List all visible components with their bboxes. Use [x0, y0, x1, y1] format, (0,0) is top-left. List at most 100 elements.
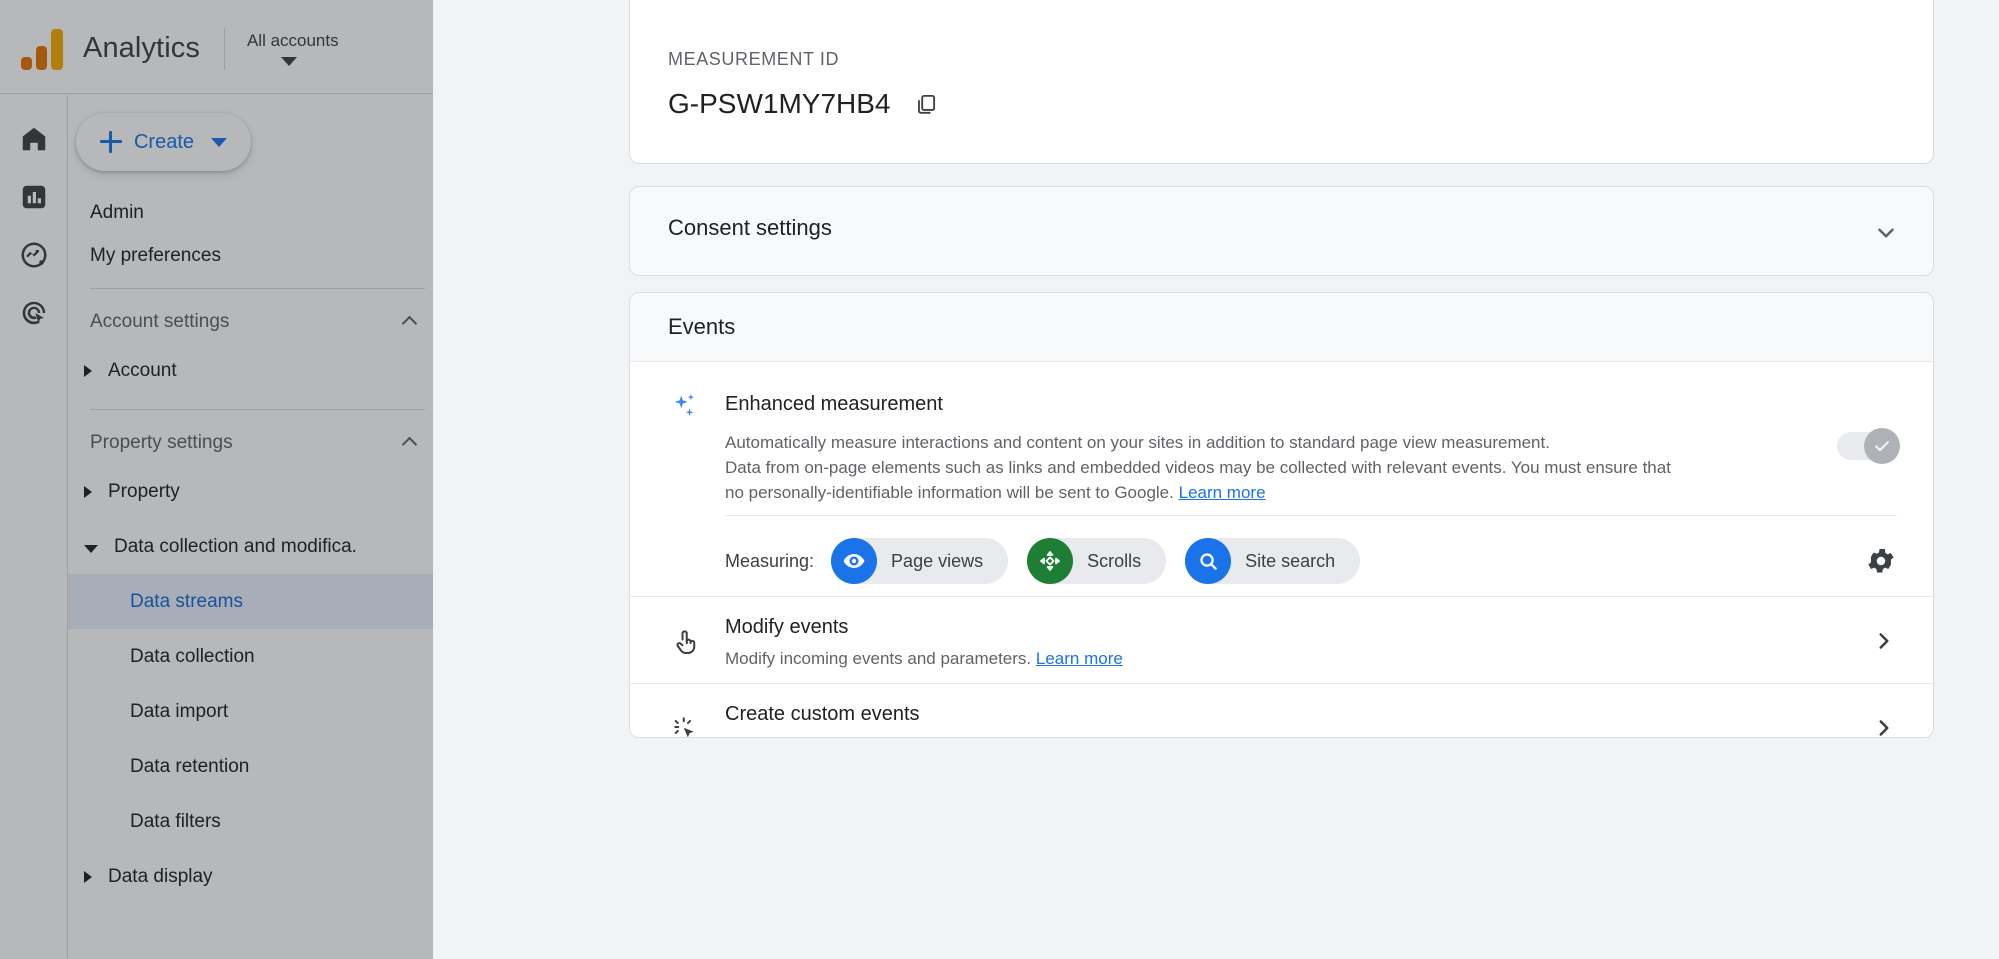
sidebar-item-data-display[interactable]: Data display — [68, 849, 433, 904]
measuring-row: Measuring: Page views Scrolls Site searc… — [725, 538, 1897, 584]
measurement-id-value: G-PSW1MY7HB4 — [668, 88, 891, 119]
events-title: Events — [668, 314, 736, 339]
search-icon — [1185, 538, 1232, 584]
click-sparkle-icon — [668, 712, 702, 737]
create-custom-events-row[interactable]: Create custom events Create new events f… — [630, 683, 1933, 737]
measurement-id-label: MEASUREMENT ID — [668, 49, 840, 69]
row-description: Create new events from existing events. … — [725, 736, 1119, 737]
enhanced-measurement-row: Enhanced measurement Automatically measu… — [630, 362, 1933, 596]
measurement-id-card: MEASUREMENT ID G-PSW1MY7HB4 — [629, 0, 1934, 164]
learn-more-link[interactable]: Learn more — [1032, 736, 1119, 737]
enhanced-measurement-description: Automatically measure interactions and c… — [725, 430, 1735, 505]
sidebar-item-data-retention[interactable]: Data retention — [68, 739, 433, 794]
sidebar-group-property-settings[interactable]: Property settings — [68, 421, 433, 464]
rail-item-reports[interactable] — [10, 175, 58, 223]
top-bar: Analytics All accounts — [0, 4, 433, 94]
sidebar-item-label: Data streams — [130, 590, 243, 612]
sidebar-nav: Create Admin My preferences Account sett… — [68, 95, 433, 959]
plus-icon — [99, 131, 122, 153]
account-selector[interactable]: All accounts — [247, 31, 339, 66]
learn-more-link[interactable]: Learn more — [1036, 649, 1123, 668]
events-card-header: Events — [630, 293, 1933, 362]
divider — [90, 409, 425, 410]
triangle-right-icon — [84, 870, 92, 883]
create-button[interactable]: Create — [76, 113, 251, 171]
row-title: Create custom events — [725, 703, 920, 725]
sidebar-item-data-import[interactable]: Data import — [68, 684, 433, 739]
sidebar-item-label: Data retention — [130, 755, 250, 777]
description-line-2: Data from on-page elements such as links… — [725, 458, 1671, 477]
chevron-up-icon — [401, 436, 418, 453]
rail-item-advertising[interactable] — [10, 291, 58, 339]
chip-scrolls[interactable]: Scrolls — [1027, 538, 1167, 584]
triangle-right-icon — [84, 364, 92, 377]
screen: Analytics All accounts Create Admin My p… — [0, 0, 1999, 959]
caret-down-icon — [211, 137, 228, 147]
brand-title: Analytics — [83, 32, 200, 64]
sidebar-item-label: My preferences — [90, 244, 221, 266]
sidebar-item-data-streams[interactable]: Data streams — [68, 574, 433, 629]
app-shell: Analytics All accounts Create Admin My p… — [0, 0, 433, 959]
chevron-right-icon[interactable] — [1871, 715, 1897, 737]
sidebar-item-data-collection[interactable]: Data collection — [68, 629, 433, 684]
consent-settings-title: Consent settings — [668, 215, 832, 240]
gear-icon[interactable] — [1865, 545, 1897, 577]
measurement-id-row: G-PSW1MY7HB4 — [668, 88, 939, 120]
sidebar-item-label: Data collection — [130, 645, 255, 667]
sidebar-group-account-settings[interactable]: Account settings — [68, 300, 433, 343]
sidebar-group-label: Account settings — [90, 310, 230, 332]
sidebar-item-label: Data display — [108, 865, 213, 887]
copy-icon[interactable] — [913, 91, 939, 117]
home-icon — [19, 124, 49, 159]
detail-panel: MEASUREMENT ID G-PSW1MY7HB4 Consent sett… — [433, 0, 1999, 959]
chevron-down-icon[interactable] — [1873, 220, 1899, 251]
create-button-label: Create — [133, 130, 195, 153]
toggle-knob — [1864, 428, 1900, 464]
triangle-right-icon — [84, 485, 92, 498]
sidebar-item-data-collection-and-modification[interactable]: Data collection and modifica. — [68, 519, 433, 574]
divider — [90, 288, 425, 289]
modify-events-row[interactable]: Modify events Modify incoming events and… — [630, 596, 1933, 683]
analytics-logo-icon — [21, 28, 67, 70]
tap-gesture-icon — [668, 625, 702, 659]
explore-trend-icon — [19, 240, 49, 275]
bar-chart-icon — [19, 182, 49, 217]
chevron-right-icon[interactable] — [1871, 628, 1897, 659]
triangle-down-icon — [84, 544, 98, 553]
eye-icon — [831, 538, 878, 584]
advertising-target-icon — [19, 298, 49, 333]
enhanced-measurement-toggle[interactable] — [1837, 428, 1900, 464]
description-line-3: no personally-identifiable information w… — [725, 483, 1174, 502]
sidebar-item-label: Data filters — [130, 810, 221, 832]
chip-site-search[interactable]: Site search — [1185, 538, 1361, 584]
sidebar-item-property[interactable]: Property — [68, 464, 433, 519]
sidebar-group-label: Property settings — [90, 431, 233, 453]
rail-item-explore[interactable] — [10, 233, 58, 281]
account-selector-label: All accounts — [246, 31, 339, 50]
sidebar-item-admin[interactable]: Admin — [68, 191, 433, 234]
chip-label: Scrolls — [1087, 550, 1142, 571]
sidebar-item-label: Data import — [130, 700, 229, 722]
sparkle-icon — [668, 390, 702, 424]
consent-settings-card[interactable]: Consent settings — [629, 186, 1934, 276]
enhanced-measurement-title: Enhanced measurement — [725, 393, 943, 415]
measuring-label: Measuring: — [725, 550, 815, 571]
chip-label: Site search — [1245, 550, 1336, 571]
row-description-text: Create new events from existing events. — [725, 736, 1027, 737]
sidebar-item-data-filters[interactable]: Data filters — [68, 794, 433, 849]
caret-down-icon — [280, 57, 297, 66]
chip-page-views[interactable]: Page views — [831, 538, 1009, 584]
icon-rail — [0, 95, 68, 959]
learn-more-link[interactable]: Learn more — [1179, 483, 1266, 502]
sidebar-item-label: Account — [108, 359, 177, 381]
chevron-up-icon — [401, 315, 418, 332]
sidebar-item-label: Admin — [90, 201, 144, 223]
rail-item-home[interactable] — [10, 117, 58, 165]
scroll-move-icon — [1027, 538, 1074, 584]
divider — [725, 515, 1897, 516]
sidebar-item-my-preferences[interactable]: My preferences — [68, 234, 433, 277]
chip-label: Page views — [891, 550, 984, 571]
divider — [223, 27, 225, 70]
events-card: Events Enhanced measurement Automaticall… — [629, 292, 1934, 738]
sidebar-item-account[interactable]: Account — [68, 343, 433, 398]
